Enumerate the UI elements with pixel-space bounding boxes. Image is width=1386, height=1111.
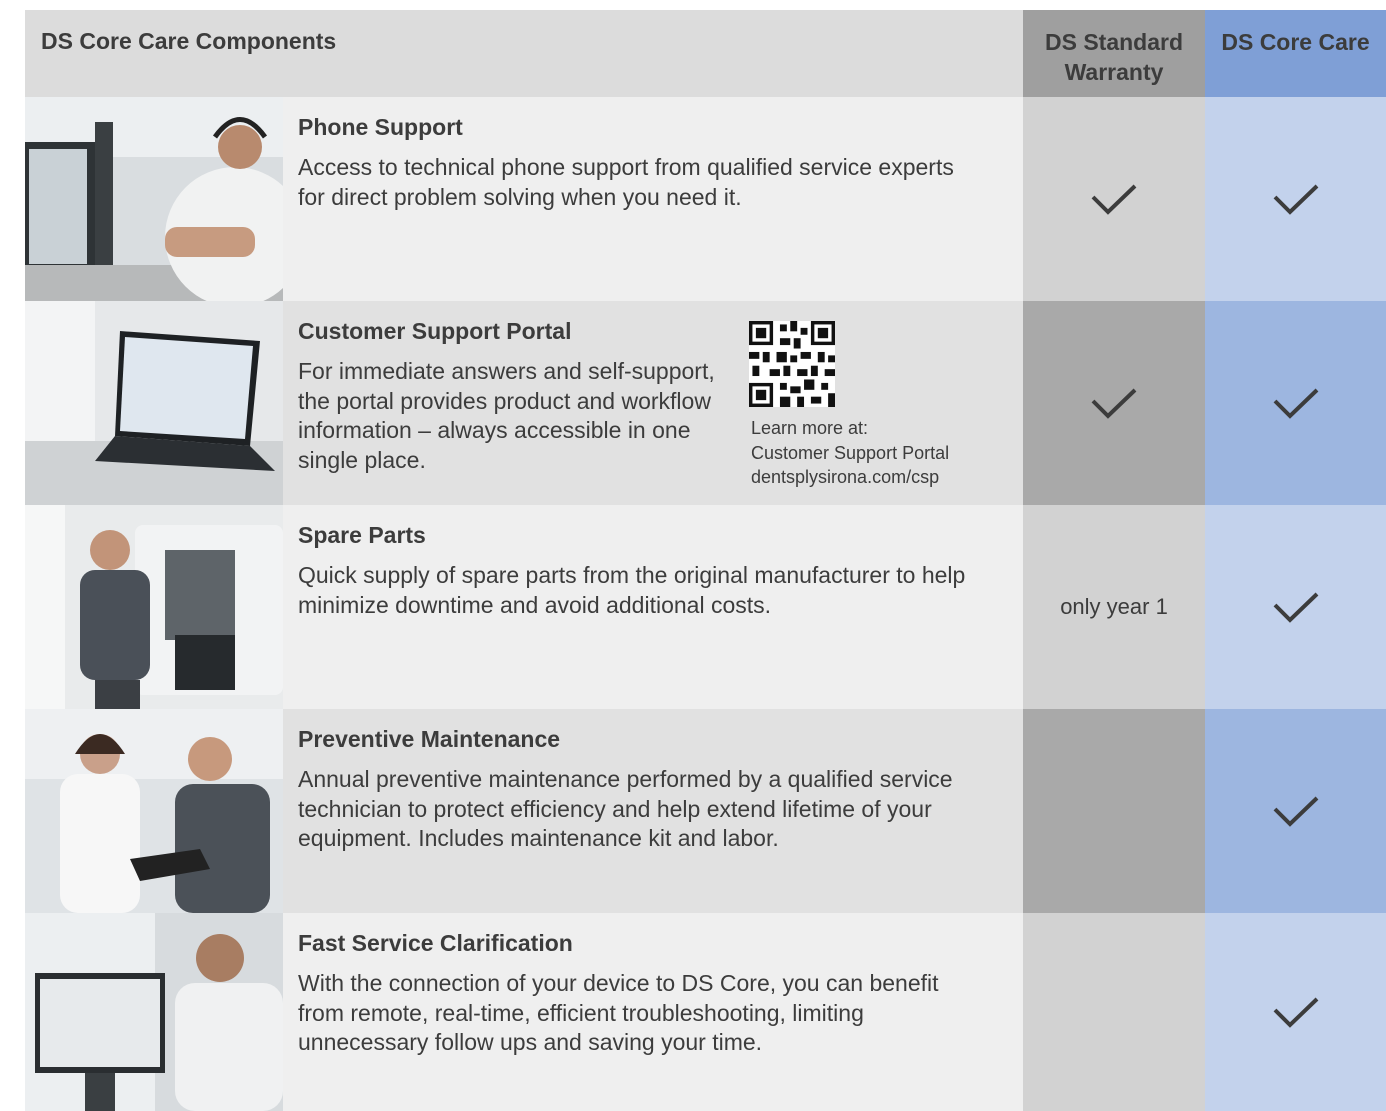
feature-text: Annual preventive maintenance performed … bbox=[298, 766, 953, 851]
row-description: Fast Service Clarification With the conn… bbox=[283, 913, 1023, 1111]
check-icon bbox=[1273, 184, 1318, 215]
row-description: Preventive Maintenance Annual preventive… bbox=[283, 709, 1023, 913]
photo-man-with-headset-monitor bbox=[25, 913, 283, 1111]
care-cell bbox=[1205, 505, 1386, 709]
feature-text: Access to technical phone support from q… bbox=[298, 154, 954, 210]
care-cell bbox=[1205, 97, 1386, 301]
feature-title: Fast Service Clarification bbox=[298, 930, 573, 956]
qr-caption-line: Customer Support Portal bbox=[751, 442, 950, 463]
table-row: Fast Service Clarification With the conn… bbox=[25, 913, 1386, 1111]
photo-technician bbox=[25, 505, 283, 709]
header-title: DS Core Care Components bbox=[41, 28, 337, 54]
check-icon bbox=[1273, 592, 1318, 623]
table-row: Spare Parts Quick supply of spare parts … bbox=[25, 505, 1386, 709]
feature-title: Phone Support bbox=[298, 114, 463, 140]
qr-caption-link[interactable]: dentsplysirona.com/csp bbox=[751, 465, 949, 490]
qr-code-icon[interactable] bbox=[749, 321, 835, 407]
header-care-cell: DS Core Care bbox=[1205, 10, 1386, 97]
feature-text: For immediate answers and self-support, … bbox=[298, 358, 715, 473]
qr-caption-line: Learn more at: bbox=[751, 418, 869, 438]
care-cell bbox=[1205, 913, 1386, 1111]
feature-title: Spare Parts bbox=[298, 522, 426, 548]
header-warranty-title: DS Standard Warranty bbox=[1044, 29, 1184, 85]
table-header: DS Core Care Components DS Standard Warr… bbox=[25, 10, 1386, 97]
warranty-cell bbox=[1023, 301, 1205, 505]
table-row: Phone Support Access to technical phone … bbox=[25, 97, 1386, 301]
header-care-title: DS Core Care bbox=[1221, 29, 1370, 55]
row-description: Spare Parts Quick supply of spare parts … bbox=[283, 505, 1023, 709]
photo-man-with-headset bbox=[25, 97, 283, 301]
warranty-cell bbox=[1023, 97, 1205, 301]
feature-title: Customer Support Portal bbox=[298, 318, 572, 344]
warranty-cell bbox=[1023, 709, 1205, 913]
qr-caption: Learn more at: Customer Support Portal d… bbox=[751, 416, 949, 490]
check-icon bbox=[1273, 997, 1318, 1028]
header-warranty-cell: DS Standard Warranty bbox=[1023, 10, 1205, 97]
care-cell bbox=[1205, 301, 1386, 505]
check-icon bbox=[1273, 388, 1318, 419]
check-icon bbox=[1091, 388, 1137, 419]
feature-text: With the connection of your device to DS… bbox=[298, 970, 939, 1055]
warranty-note: only year 1 bbox=[1060, 594, 1168, 619]
warranty-cell bbox=[1023, 913, 1205, 1111]
header-components-cell: DS Core Care Components bbox=[25, 10, 1023, 97]
warranty-cell: only year 1 bbox=[1023, 505, 1205, 709]
table-row: Customer Support Portal For immediate an… bbox=[25, 301, 1386, 505]
photo-laptop bbox=[25, 301, 283, 505]
photo-two-people-tablet bbox=[25, 709, 283, 913]
row-description: Phone Support Access to technical phone … bbox=[283, 97, 1023, 301]
care-cell bbox=[1205, 709, 1386, 913]
feature-text: Quick supply of spare parts from the ori… bbox=[298, 562, 966, 618]
table-row: Preventive Maintenance Annual preventive… bbox=[25, 709, 1386, 913]
row-description: Customer Support Portal For immediate an… bbox=[283, 301, 1023, 505]
check-icon bbox=[1091, 184, 1137, 215]
feature-title: Preventive Maintenance bbox=[298, 726, 561, 752]
check-icon bbox=[1273, 796, 1318, 827]
